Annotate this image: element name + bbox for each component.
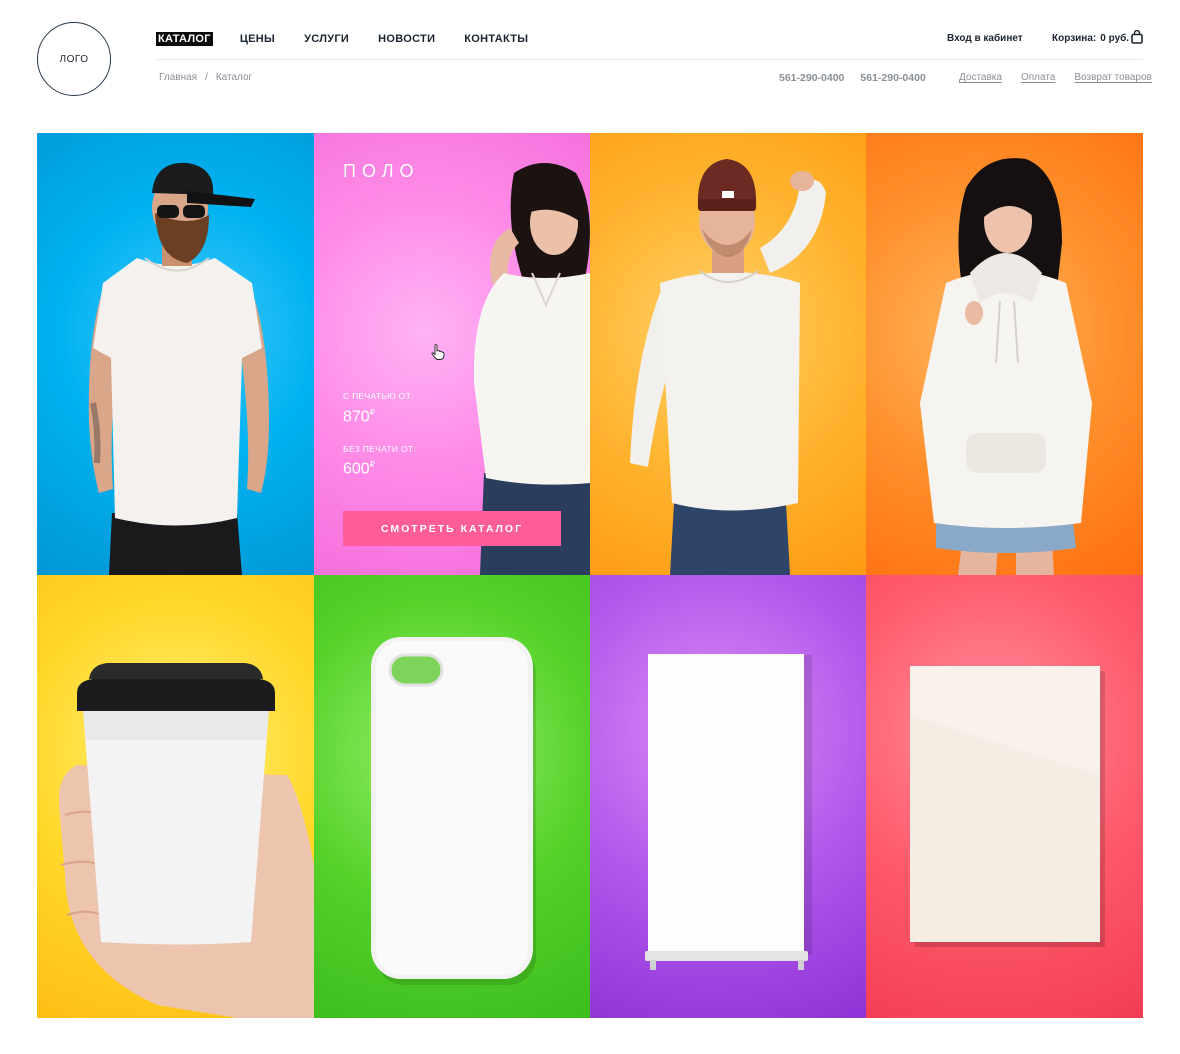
tile-polo-promo[interactable]: ПОЛО С ПЕЧАТЬЮ ОТ: 870₽ БЕЗ ПЕЧАТИ ОТ: 6… — [314, 133, 590, 575]
view-catalog-button[interactable]: СМОТРЕТЬ КАТАЛОГ — [343, 511, 561, 546]
breadcrumb-separator: / — [205, 72, 208, 83]
cabinet-link[interactable]: Вход в кабинет — [947, 33, 1023, 44]
promo-title: ПОЛО — [343, 161, 420, 181]
cart-value: 0 руб. — [1100, 33, 1130, 44]
cart-label: Корзина: — [1052, 33, 1097, 44]
phone-number[interactable]: 561-290-0400 — [860, 72, 925, 84]
payment-link[interactable]: Оплата — [1021, 72, 1055, 83]
with-print-label: С ПЕЧАТЬЮ ОТ: — [343, 391, 414, 401]
nav-item-services[interactable]: УСЛУГИ — [302, 32, 351, 46]
without-print-price: 600₽ — [343, 460, 375, 478]
logo[interactable]: ЛОГО — [37, 22, 111, 96]
phone-numbers: 561-290-0400 561-290-0400 — [779, 72, 926, 84]
tile-tshirt[interactable] — [37, 133, 314, 575]
currency-sign: ₽ — [369, 460, 375, 469]
without-print-label: БЕЗ ПЕЧАТИ ОТ: — [343, 444, 417, 454]
nav-item-catalog[interactable]: КАТАЛОГ — [156, 32, 213, 46]
breadcrumb-current: Каталог — [215, 72, 253, 83]
with-print-price-value: 870 — [343, 408, 370, 426]
delivery-link[interactable]: Доставка — [959, 72, 1002, 83]
tile-longsleeve[interactable] — [590, 133, 866, 575]
currency-sign: ₽ — [369, 408, 375, 417]
longsleeve-model-image — [630, 159, 826, 575]
tile-phone-case[interactable] — [314, 575, 590, 1018]
returns-link[interactable]: Возврат товаров — [1074, 72, 1152, 83]
phone-number[interactable]: 561-290-0400 — [779, 72, 844, 84]
logo-text: ЛОГО — [59, 53, 89, 65]
tile-paper-cup[interactable] — [37, 575, 314, 1018]
hand-cursor-icon — [431, 344, 445, 360]
with-print-price: 870₽ — [343, 408, 375, 426]
nav-item-prices[interactable]: ЦЕНЫ — [238, 32, 277, 46]
main-nav: КАТАЛОГ ЦЕНЫ УСЛУГИ НОВОСТИ КОНТАКТЫ — [156, 32, 555, 46]
product-grid: ПОЛО С ПЕЧАТЬЮ ОТ: 870₽ БЕЗ ПЕЧАТИ ОТ: 6… — [37, 133, 1143, 1018]
paper-cup-image — [58, 663, 314, 1018]
tile-rollup-banner[interactable] — [590, 575, 866, 1018]
poster-image — [910, 666, 1105, 947]
info-links: Доставка Оплата Возврат товаров — [959, 72, 1152, 83]
without-print-price-value: 600 — [343, 460, 370, 478]
nav-item-contacts[interactable]: КОНТАКТЫ — [462, 32, 530, 46]
breadcrumb-home[interactable]: Главная — [159, 72, 197, 83]
header-divider — [156, 59, 1143, 60]
rollup-banner-image — [645, 654, 812, 970]
nav-item-news[interactable]: НОВОСТИ — [376, 32, 437, 46]
breadcrumb: Главная / Каталог — [159, 72, 252, 83]
tile-poster[interactable] — [866, 575, 1143, 1018]
shopping-bag-icon[interactable] — [1131, 30, 1143, 44]
cart-link[interactable]: Корзина: 0 руб. — [1052, 33, 1129, 44]
tile-hoodie[interactable] — [866, 133, 1143, 575]
phone-case-image — [371, 637, 536, 985]
tshirt-model-image — [88, 162, 269, 575]
polo-model-image — [473, 163, 590, 575]
hoodie-model-image — [920, 158, 1092, 575]
